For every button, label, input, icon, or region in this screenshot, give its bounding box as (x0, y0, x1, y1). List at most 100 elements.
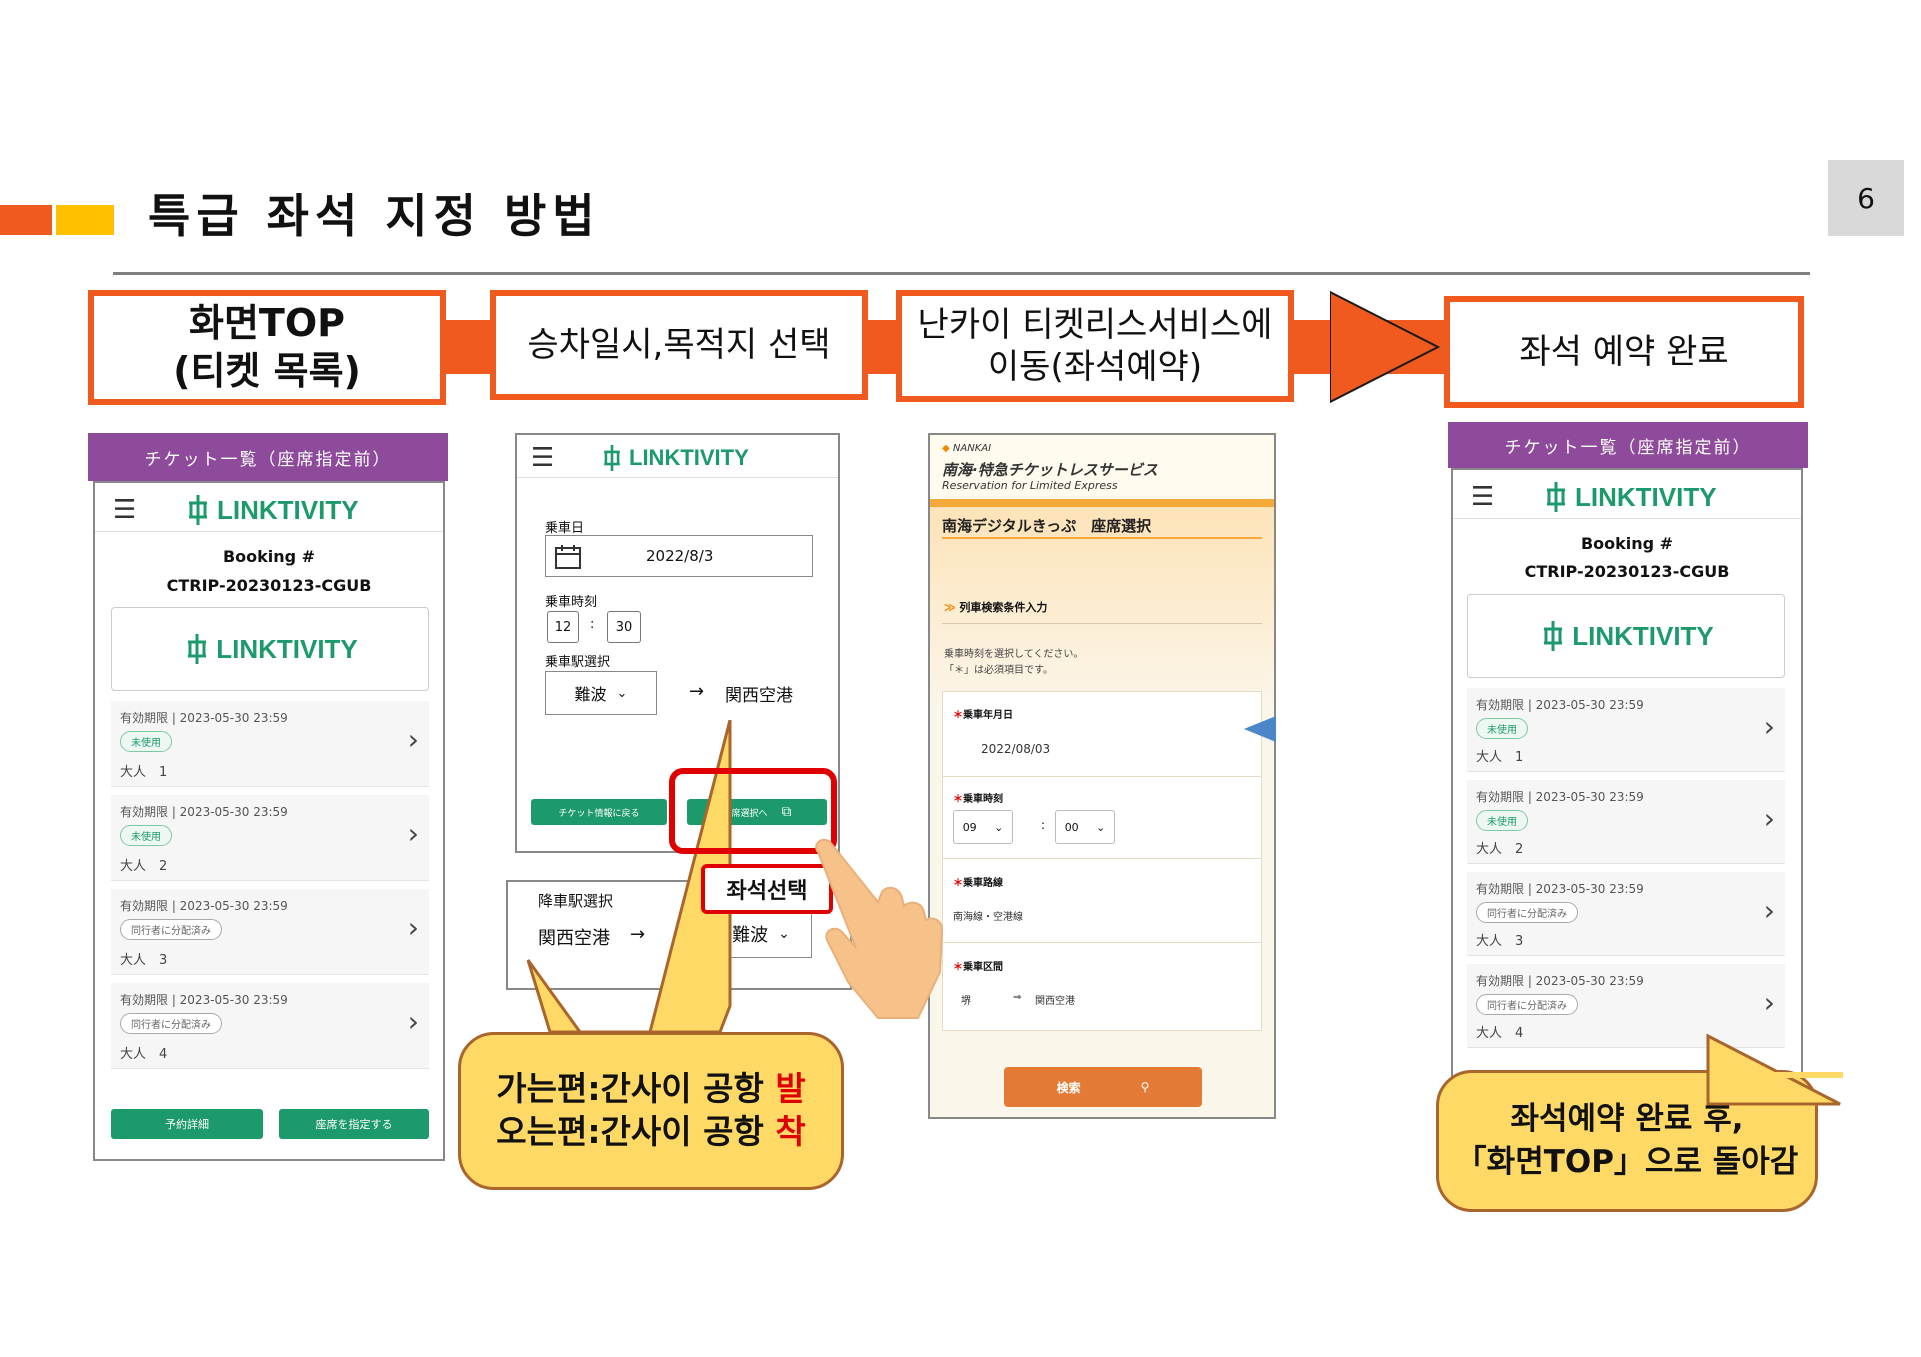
linktivity-logo-icon (1544, 621, 1563, 651)
form-divider (943, 858, 1261, 859)
ticket-row[interactable]: 有効期限 | 2023-05-30 23:59 同行者に分配済み 大人 3 › (1467, 872, 1785, 956)
return-text: 오는편:간사이 공항 (496, 1112, 776, 1151)
nankai-screen: ◆ NANKAI 南海·特急チケットレスサービス Reservation for… (928, 433, 1276, 1119)
ticket-list-banner-after: チケット一覧（座席指定前） (1448, 422, 1808, 468)
ticket-adult: 大人 2 (1476, 842, 1524, 857)
menu-icon[interactable]: ☰ (113, 495, 136, 525)
ticket-row[interactable]: 有効期限 | 2023-05-30 23:59 未使用 大人 2 › (1467, 780, 1785, 864)
linktivity-logo-icon (189, 495, 207, 525)
board-station-value: 難波 (574, 685, 607, 704)
calendar-icon (555, 545, 581, 569)
linktivity-logo-icon (604, 445, 620, 471)
logo-card: LINKTIVITY (111, 607, 429, 691)
chevron-right-icon: › (1763, 710, 1775, 743)
chevron-down-icon: ⌄ (616, 685, 628, 701)
required-mark: ＊ (953, 962, 963, 973)
nankai-search-rule (942, 623, 1262, 624)
return-line: 오는편:간사이 공항 착 (461, 1111, 841, 1154)
linktivity-logo-icon (188, 634, 207, 664)
booking-detail-button[interactable]: 予約詳細 (111, 1109, 263, 1139)
form-divider (943, 942, 1261, 943)
nankai-route-label-text: 乗車路線 (963, 878, 1003, 889)
ticket-row[interactable]: 有効期限 | 2023-05-30 23:59 同行者に分配済み 大人 3 › (111, 889, 429, 975)
destination-station: 関西空港 (725, 686, 793, 706)
header-divider (1453, 518, 1801, 519)
nankai-date-value[interactable]: 2022/08/03 (981, 742, 1050, 756)
nankai-hour-select[interactable]: 09 ⌄ (953, 810, 1013, 844)
nankai-brand-small-text: NANKAI (952, 443, 992, 454)
ticket-row[interactable]: 有効期限 | 2023-05-30 23:59 同行者に分配済み 大人 4 › (111, 983, 429, 1069)
step-nankai-service: 난카이 티켓리스서비스에 이동(좌석예약) (896, 290, 1294, 402)
ticket-expiry: 有効期限 | 2023-05-30 23:59 (120, 711, 288, 725)
step-1-line1: 화면TOP (189, 301, 345, 345)
nankai-minute-select[interactable]: 00 ⌄ (1055, 810, 1115, 844)
date-value: 2022/8/3 (646, 547, 714, 565)
ticket-list-screen-after: ☰ LINKTIVITY Booking # CTRIP-20230123-CG… (1451, 468, 1803, 1078)
chevron-down-icon: ⌄ (994, 820, 1004, 834)
menu-icon[interactable]: ☰ (1471, 482, 1494, 512)
return-mark: 착 (775, 1112, 806, 1151)
chevron-right-icon: › (1763, 802, 1775, 835)
step-2-line1: 승차일시,목적지 선택 (527, 324, 831, 365)
chevron-right-icon: › (407, 723, 419, 756)
ticket-adult: 大人 2 (120, 859, 168, 874)
ticket-row[interactable]: 有効期限 | 2023-05-30 23:59 未使用 大人 1 › (1467, 688, 1785, 772)
ticket-row[interactable]: 有効期限 | 2023-05-30 23:59 未使用 大人 2 › (111, 795, 429, 881)
outbound-mark: 발 (775, 1069, 806, 1109)
hour-field[interactable]: 12 (547, 611, 579, 643)
ticket-adult: 大人 4 (1476, 1026, 1524, 1041)
step-select-date-destination: 승차일시,목적지 선택 (490, 290, 868, 400)
required-mark: ＊ (953, 710, 963, 721)
assign-seat-button[interactable]: 座席を指定する (279, 1109, 429, 1139)
nankai-to: 関西空港 (1035, 996, 1075, 1007)
board-station-label: 乗車駅選択 (545, 655, 611, 670)
app-logo: LINKTIVITY (183, 493, 359, 527)
ticket-status: 未使用 (120, 731, 172, 752)
time-label: 乗車時刻 (545, 595, 598, 610)
date-input[interactable]: 2022/8/3 (545, 535, 813, 577)
header-divider (517, 477, 838, 478)
ticket-status: 未使用 (120, 825, 172, 846)
ticket-adult: 大人 3 (1476, 934, 1524, 949)
chevron-right-icon: › (1763, 894, 1775, 927)
nankai-search-button-label: 検索 (1056, 1080, 1081, 1095)
callout-pointer-right (1706, 1033, 1841, 1106)
nankai-brand-sub: Reservation for Limited Express (942, 479, 1118, 492)
form-divider (943, 776, 1261, 777)
minute-field[interactable]: 30 (607, 611, 641, 643)
ticket-expiry: 有効期限 | 2023-05-30 23:59 (120, 805, 288, 819)
nankai-section-label: ＊乗車区間 (953, 958, 1003, 973)
ticket-adult: 大人 4 (120, 1047, 168, 1062)
nankai-route-value: 南海線・空港線 (953, 912, 1023, 923)
chevron-down-icon: ⌄ (778, 926, 790, 942)
chevron-right-icon: › (407, 1005, 419, 1038)
menu-icon[interactable]: ☰ (531, 443, 554, 473)
nankai-date-label-text: 乗車年月日 (963, 710, 1013, 721)
nankai-section-label-text: 乗車区間 (963, 962, 1003, 973)
ticket-status: 同行者に分配済み (120, 1013, 222, 1034)
route-arrow: → (689, 681, 705, 702)
ticket-expiry: 有効期限 | 2023-05-30 23:59 (1476, 698, 1644, 712)
app-logo-text: LINKTIVITY (217, 494, 359, 525)
step-screen-top: 화면TOP (티켓 목록) (88, 290, 446, 405)
scroll-indicator-icon (1244, 716, 1276, 742)
nankai-route-label: ＊乗車路線 (953, 874, 1003, 889)
nankai-date-label: ＊乗車年月日 (953, 706, 1013, 721)
ticket-status: 同行者に分配済み (120, 919, 222, 940)
board-station-select[interactable]: 難波 ⌄ (545, 671, 657, 715)
card-logo: LINKTIVITY (182, 632, 358, 666)
nankai-search-header-text: 列車検索条件入力 (959, 601, 1048, 614)
chevron-right-icon: › (407, 817, 419, 850)
nankai-search-button[interactable]: 検索 ⚲ (1004, 1067, 1202, 1107)
nankai-section-title: 南海デジタルきっぷ 座席選択 (942, 517, 1152, 535)
card-logo-text: LINKTIVITY (1572, 620, 1714, 651)
return-top-line2: 「화면TOP」으로 돌아감 (1455, 1144, 1799, 1180)
double-chevron-icon: ≫ (944, 601, 956, 614)
ticket-adult: 大人 3 (120, 953, 168, 968)
ticket-expiry: 有効期限 | 2023-05-30 23:59 (120, 899, 288, 913)
title-bar-orange (0, 205, 52, 235)
nankai-logo-icon: ◆ (942, 443, 950, 454)
ticket-row[interactable]: 有効期限 | 2023-05-30 23:59 未使用 大人 1 › (111, 701, 429, 787)
nankai-note-2: 「＊」は必須項目です。 (944, 665, 1053, 676)
nankai-header: ◆ NANKAI 南海·特急チケットレスサービス Reservation for… (930, 435, 1274, 499)
